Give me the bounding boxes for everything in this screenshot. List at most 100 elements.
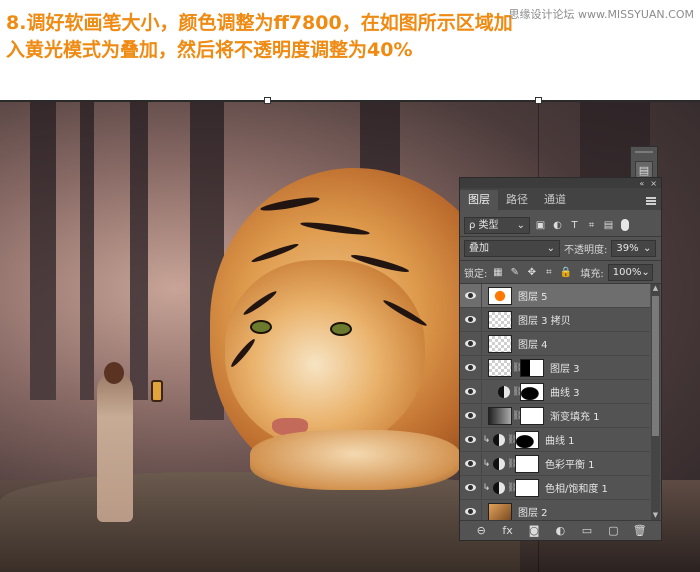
layer-row[interactable]: ⛓ 图层 3 (460, 355, 650, 380)
filter-kind-select[interactable]: ρ 类型 ⌄ (464, 216, 530, 234)
transform-handle[interactable] (535, 97, 542, 104)
tab-layers[interactable]: 图层 (460, 190, 498, 210)
layer-mask-thumbnail[interactable] (520, 406, 544, 425)
trash-icon[interactable]: 🗑 (632, 524, 648, 537)
scroll-up-icon[interactable]: ▲ (652, 284, 659, 293)
eye-icon (465, 508, 476, 515)
layer-mask-thumbnail[interactable] (515, 454, 539, 473)
tiger-eye (250, 320, 272, 334)
link-icon[interactable]: ⛓ (507, 459, 518, 469)
layer-row[interactable]: ⛓ 渐变填充 1 (460, 403, 650, 428)
layer-row[interactable]: ⛓ 曲线 3 (460, 379, 650, 404)
layer-row[interactable]: ↳ ⛓ 曲线 1 (460, 427, 650, 452)
header: 8.调好软画笔大小，颜色调整为ff7800，在如图所示区域加入黄光模式为叠加，然… (0, 0, 700, 100)
visibility-toggle[interactable] (460, 307, 482, 332)
visibility-toggle[interactable] (460, 451, 482, 476)
filter-toggle[interactable] (621, 219, 629, 231)
lock-all-icon[interactable]: 🔒 (559, 266, 572, 279)
fill-field[interactable]: 100% ⌄ (607, 263, 653, 281)
blend-mode-select[interactable]: 叠加 ⌄ (464, 239, 560, 257)
layer-row[interactable]: 图层 3 拷贝 (460, 307, 650, 332)
chevron-down-icon: ⌄ (642, 242, 652, 254)
scroll-down-icon[interactable]: ▼ (652, 511, 659, 520)
watermark: 思缘设计论坛 www.MISSYUAN.COM (508, 8, 694, 21)
blend-mode-value: 叠加 (469, 242, 489, 254)
collapse-icon[interactable]: « (639, 179, 644, 188)
new-layer-icon[interactable]: ▢ (605, 524, 621, 537)
visibility-toggle[interactable] (460, 403, 482, 428)
fill-label: 填充: (580, 268, 604, 280)
layer-name: 色相/饱和度 1 (545, 484, 608, 495)
log (0, 472, 520, 572)
layer-thumbnail (488, 502, 512, 521)
smart-object-filter-icon[interactable]: ▤ (602, 219, 615, 232)
link-icon[interactable]: ⛓ (512, 411, 523, 421)
clipping-arrow-icon: ↳ (482, 434, 491, 445)
layer-thumbnail (488, 286, 512, 305)
lock-artboard-icon[interactable]: ⌗ (542, 266, 555, 279)
lantern (151, 380, 163, 402)
layer-list: 图层 5 图层 3 拷贝 图层 4 ⛓ 图层 3 ⛓ 曲线 3 ⛓ 渐变填充 1… (460, 283, 650, 524)
fx-icon[interactable]: fx (500, 524, 516, 537)
link-icon[interactable]: ⛓ (507, 435, 518, 445)
adjustment-filter-icon[interactable]: ◐ (551, 219, 564, 232)
layer-row[interactable]: ↳ ⛓ 色相/饱和度 1 (460, 475, 650, 500)
new-adjustment-icon[interactable]: ◐ (552, 524, 568, 537)
divider (460, 236, 661, 237)
new-group-icon[interactable]: ▭ (579, 524, 595, 537)
layer-row[interactable]: 图层 5 (460, 283, 650, 308)
layers-panel: « × 图层 路径 通道 ρ 类型 ⌄ ▣ ◐ T ⌗ ▤ 叠加 ⌄ 不透明度:… (459, 177, 662, 541)
panel-menu-icon[interactable] (646, 197, 656, 205)
shape-filter-icon[interactable]: ⌗ (585, 219, 598, 232)
curves-adjustment-icon (498, 385, 510, 398)
layer-mask-thumbnail[interactable] (520, 358, 544, 377)
eye-icon (465, 484, 476, 491)
lock-transparent-icon[interactable]: ▦ (491, 266, 504, 279)
layer-name: 渐变填充 1 (550, 412, 600, 423)
lock-position-icon[interactable]: ✥ (525, 266, 538, 279)
layer-mask-thumbnail[interactable] (515, 478, 539, 497)
layer-row[interactable]: ↳ ⛓ 色彩平衡 1 (460, 451, 650, 476)
layer-thumbnail (488, 334, 512, 353)
lock-image-icon[interactable]: ✎ (508, 266, 521, 279)
blend-row: 叠加 ⌄ 不透明度: 39% ⌄ (464, 239, 659, 257)
lock-row: 锁定: ▦ ✎ ✥ ⌗ 🔒 填充: 100% ⌄ (464, 263, 659, 281)
layer-mask-thumbnail[interactable] (515, 430, 539, 449)
link-icon[interactable]: ⛓ (512, 387, 523, 397)
tab-channels[interactable]: 通道 (536, 190, 574, 210)
eye-icon (465, 364, 476, 371)
link-icon[interactable]: ⛓ (507, 483, 518, 493)
layer-mask-thumbnail[interactable] (520, 382, 544, 401)
pixel-filter-icon[interactable]: ▣ (534, 219, 547, 232)
chevron-down-icon: ⌄ (641, 266, 650, 278)
opacity-field[interactable]: 39% ⌄ (611, 239, 657, 257)
visibility-toggle[interactable] (460, 427, 482, 452)
eye-icon (465, 316, 476, 323)
link-layers-icon[interactable]: ⊖ (473, 524, 489, 537)
clipping-arrow-icon: ↳ (482, 482, 491, 493)
visibility-toggle[interactable] (460, 355, 482, 380)
chevron-down-icon: ⌄ (516, 219, 525, 231)
visibility-toggle[interactable] (460, 475, 482, 500)
add-mask-icon[interactable]: ◙ (526, 524, 542, 537)
visibility-toggle[interactable] (460, 283, 482, 308)
panel-title-bar[interactable]: « × (460, 178, 661, 188)
girl-figure (97, 372, 133, 522)
panel-grip[interactable] (635, 151, 653, 153)
tab-paths[interactable]: 路径 (498, 190, 536, 210)
layer-row[interactable]: 图层 4 (460, 331, 650, 356)
layer-name: 图层 3 拷贝 (518, 316, 571, 327)
visibility-toggle[interactable] (460, 379, 482, 404)
transform-handle[interactable] (264, 97, 271, 104)
type-filter-icon[interactable]: T (568, 219, 581, 232)
panel-icon: ▤ (638, 163, 650, 177)
eye-icon (465, 412, 476, 419)
layers-scrollbar[interactable]: ▲ ▼ (651, 284, 660, 520)
visibility-toggle[interactable] (460, 331, 482, 356)
link-icon[interactable]: ⛓ (512, 363, 523, 373)
eye-icon (465, 340, 476, 347)
scroll-thumb[interactable] (652, 296, 659, 436)
eye-icon (465, 388, 476, 395)
close-icon[interactable]: × (650, 179, 657, 188)
layer-name: 图层 4 (518, 340, 548, 351)
